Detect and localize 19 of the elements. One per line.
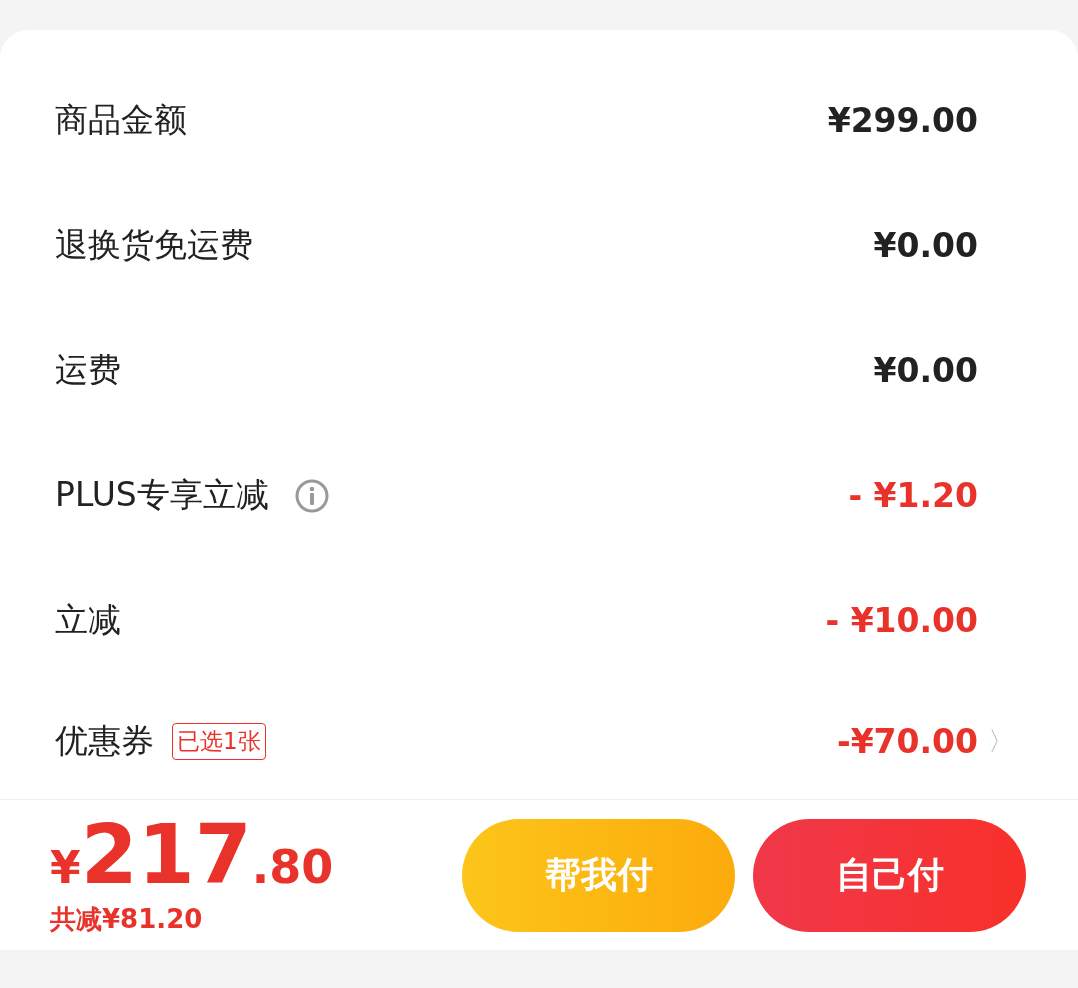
- chevron[interactable]: 〉: [988, 723, 1020, 759]
- row-label: 退换货免运费: [55, 224, 253, 266]
- row-label: 优惠券: [55, 719, 154, 762]
- row-label: 商品金额: [55, 99, 187, 141]
- row-label: PLUS专享立减: [55, 474, 269, 516]
- row-amount: -¥70.00: [836, 721, 978, 761]
- total-savings: 共减¥81.20: [50, 902, 204, 936]
- row-amount: ¥299.00: [827, 101, 978, 140]
- row-amount: - ¥1.20: [848, 476, 978, 515]
- row-amount: ¥0.00: [873, 351, 978, 390]
- total-price: ¥217.80: [50, 813, 335, 896]
- row-label: 立减: [55, 599, 121, 641]
- pay-button[interactable]: 自己付: [753, 818, 1026, 932]
- row-amount: ¥0.00: [873, 226, 978, 265]
- row-amount: - ¥10.00: [825, 601, 978, 640]
- friend-pay-button[interactable]: 帮我付: [462, 818, 735, 932]
- row-label: 运费: [55, 349, 121, 391]
- coupon-tag: 已选1张: [172, 722, 266, 760]
- info-icon[interactable]: [294, 478, 329, 513]
